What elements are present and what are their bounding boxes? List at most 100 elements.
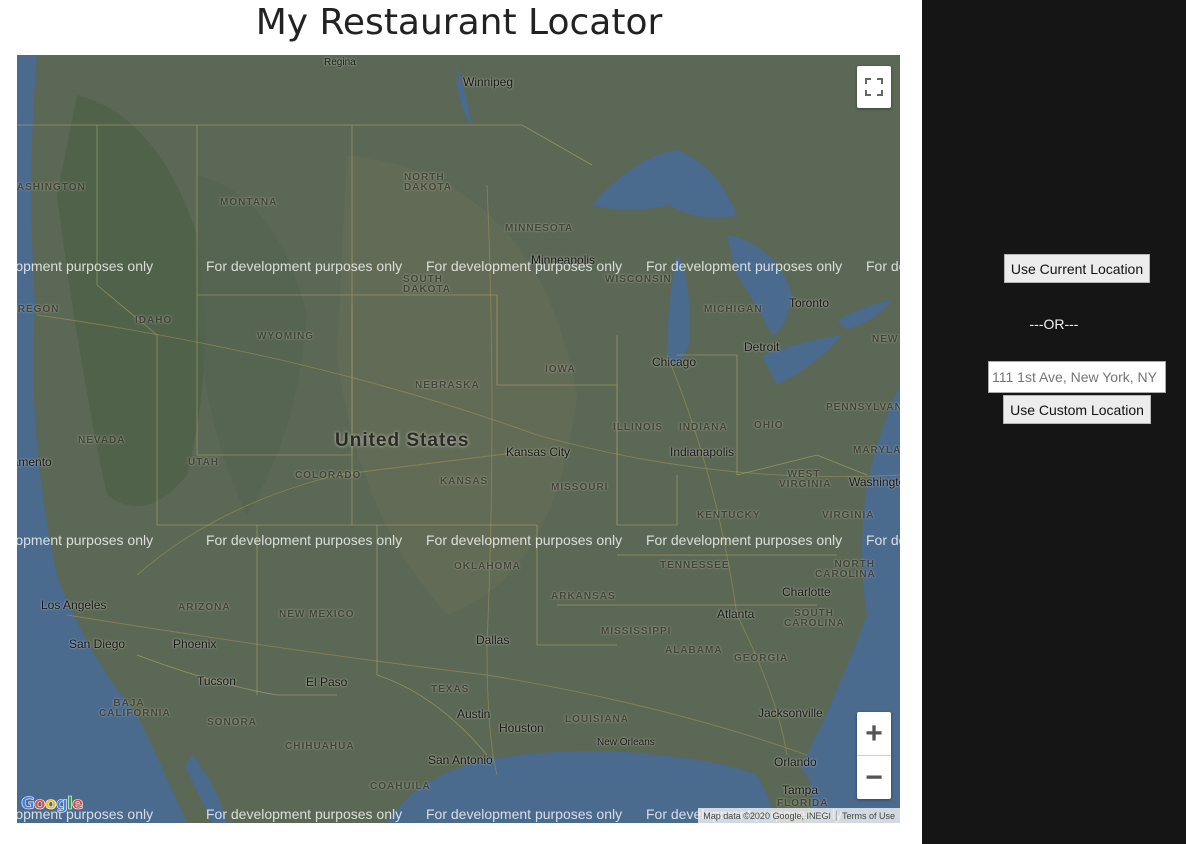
map-state-label: WEST VIRGINIA <box>779 469 832 490</box>
map-city-label: San Diego <box>69 637 126 651</box>
map-state-label: NORTH CAROLINA <box>815 559 876 580</box>
map-city-label: Phoenix <box>173 637 217 651</box>
dev-watermark: For development purposes only <box>206 806 403 822</box>
map-state-label: ARIZONA <box>178 602 231 613</box>
svg-text:e: e <box>72 794 83 814</box>
page: My Restaurant Locator United States MONT… <box>0 0 1186 844</box>
map-state-label: NORTH DAKOTA <box>404 172 453 193</box>
map-city-label: Winnipeg <box>463 75 514 89</box>
map-state-label: COAHUILA <box>370 781 431 792</box>
map-state-label: SOUTH DAKOTA <box>403 274 452 295</box>
map-state-label: TEXAS <box>431 684 470 695</box>
map-data-credit: Map data ©2020 Google, INEGI <box>703 810 831 821</box>
map-state-label: IDAHO <box>135 315 173 326</box>
map-city-label: Jacksonville <box>758 706 823 720</box>
map-city-label: Kansas City <box>506 445 571 459</box>
map-city-label: Washington <box>849 475 900 489</box>
dev-watermark: For development purposes only <box>646 258 843 274</box>
map-attribution: Map data ©2020 Google, INEGI Terms of Us… <box>698 808 900 823</box>
fullscreen-icon <box>865 78 883 96</box>
map-city-label: Regina <box>324 57 356 68</box>
map-city-label: Detroit <box>744 340 780 354</box>
map-city-label: Indianapolis <box>670 445 735 459</box>
map-state-label: ILLINOIS <box>613 422 664 433</box>
dev-watermark: For development purposes only <box>866 258 900 274</box>
map-city-label: Tucson <box>197 674 236 688</box>
page-title: My Restaurant Locator <box>255 2 663 43</box>
map-city-label: Tampa <box>782 783 819 797</box>
map-state-label: NEVADA <box>78 435 126 446</box>
map-state-label: MONTANA <box>220 197 278 208</box>
use-custom-location-button[interactable]: Use Custom Location <box>1003 395 1151 424</box>
map-state-label: UTAH <box>188 457 220 468</box>
map-state-label: MARYLAND <box>853 445 900 456</box>
dev-watermark: For development purposes only <box>206 258 403 274</box>
svg-text:o: o <box>34 794 46 814</box>
map-city-label: New Orleans <box>597 737 655 748</box>
zoom-in-button[interactable]: + <box>857 712 891 756</box>
map-state-label: IOWA <box>545 364 576 375</box>
map-state-label: MISSISSIPPI <box>601 626 672 637</box>
use-current-location-button[interactable]: Use Current Location <box>1004 254 1150 283</box>
map-view[interactable]: United States MONTANA NORTH DAKOTA MINNE… <box>17 55 900 823</box>
dev-watermark: For development purposes only <box>426 532 623 548</box>
map-state-label: NEW <box>872 334 899 345</box>
map-city-label: Austin <box>457 707 491 721</box>
map-state-label: VIRGINIA <box>822 510 875 521</box>
map-state-label: ALABAMA <box>665 645 723 656</box>
map-city-label: Atlanta <box>717 607 755 621</box>
or-divider: ---OR--- <box>1029 316 1079 332</box>
sidebar: Use Current Location ---OR--- Use Custom… <box>922 0 1186 844</box>
map-state-label: MISSOURI <box>551 482 609 493</box>
map-state-label: SOUTH CAROLINA <box>784 608 845 629</box>
dev-watermark: For development purposes only <box>426 258 623 274</box>
map-state-label: OREGON <box>17 304 60 315</box>
dev-watermark: For development purposes only <box>426 806 623 822</box>
map-state-label: KANSAS <box>440 476 489 487</box>
terms-of-use-link[interactable]: Terms of Use <box>835 810 900 821</box>
map-city-label: San Antonio <box>428 753 493 767</box>
map-city-label: El Paso <box>306 675 348 689</box>
map-state-label: PENNSYLVANIA <box>826 402 900 413</box>
map-country-label: United States <box>335 430 470 451</box>
map-state-label: KENTUCKY <box>697 510 761 521</box>
dev-watermark: For development purposes only <box>646 532 843 548</box>
map-state-label: WASHINGTON <box>17 182 86 193</box>
map-state-label: COLORADO <box>295 470 362 481</box>
map-city-label: Los Angeles <box>41 598 107 612</box>
map-state-label: OHIO <box>754 420 784 431</box>
dev-watermark: For development purposes only <box>206 532 403 548</box>
map-state-label: GEORGIA <box>734 653 789 664</box>
map-state-label: LOUISIANA <box>565 714 629 725</box>
google-logo-image: G o o g l e <box>21 794 84 815</box>
map-city-label: Toronto <box>789 296 830 310</box>
map-city-label: Chicago <box>652 355 697 369</box>
map-city-label: Orlando <box>774 755 817 769</box>
dev-watermark: For development purposes only <box>17 258 154 274</box>
fullscreen-button[interactable] <box>857 66 891 108</box>
svg-text:G: G <box>21 794 35 814</box>
map-state-label: MICHIGAN <box>704 304 763 315</box>
map-state-label: INDIANA <box>679 422 728 433</box>
map-city-label: Charlotte <box>782 585 831 599</box>
dev-watermark: For development purposes only <box>17 532 154 548</box>
map-city-label: Dallas <box>476 633 510 647</box>
svg-text:o: o <box>45 794 57 814</box>
map-state-label: NEW MEXICO <box>279 609 355 620</box>
google-logo[interactable]: G o o g l e <box>21 792 84 819</box>
map-state-label: BAJA CALIFORNIA <box>99 698 171 719</box>
map-state-label: ARKANSAS <box>551 591 616 602</box>
zoom-out-button[interactable]: − <box>857 756 891 799</box>
map-state-label: NEBRASKA <box>415 380 480 391</box>
map-city-label: Sacramento <box>17 455 52 469</box>
map-state-label: WISCONSIN <box>605 274 672 285</box>
address-input[interactable] <box>988 361 1166 393</box>
map-state-label: WYOMING <box>257 331 314 342</box>
map-state-label: SONORA <box>207 717 257 728</box>
map-state-label: CHIHUAHUA <box>285 741 355 752</box>
map-state-label: MINNESOTA <box>505 223 574 234</box>
map-state-label: TENNESSEE <box>660 560 730 571</box>
map-state-label: OKLAHOMA <box>454 561 521 572</box>
dev-watermark: For development purposes only <box>866 532 900 548</box>
map-city-label: Houston <box>499 721 544 735</box>
